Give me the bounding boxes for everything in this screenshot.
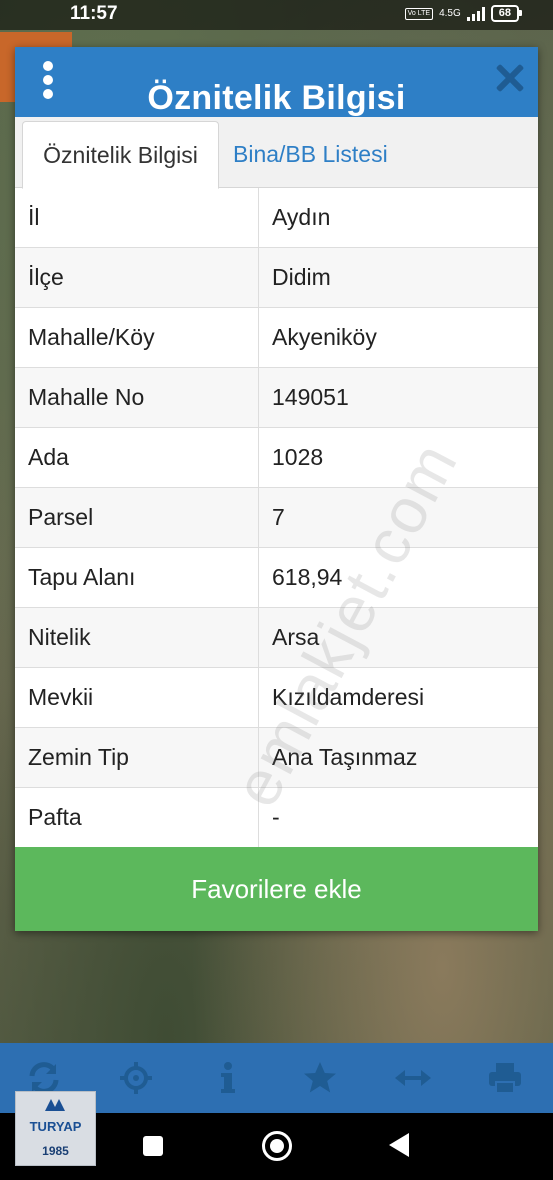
- print-icon[interactable]: [485, 1058, 525, 1098]
- table-row: Ada 1028: [15, 427, 538, 488]
- signal-icon: [466, 6, 485, 21]
- volte-icon: Vo LTE: [404, 7, 434, 20]
- row-value: Akyeniköy: [258, 307, 538, 368]
- tab-bar: Öznitelik Bilgisi Bina/BB Listesi: [15, 117, 538, 189]
- tab-building-list[interactable]: Bina/BB Listesi: [233, 121, 388, 187]
- row-key: Pafta: [15, 787, 259, 848]
- row-key: Parsel: [15, 487, 259, 548]
- crosshair-icon[interactable]: [116, 1058, 156, 1098]
- logo-name: TURYAP: [29, 1119, 82, 1134]
- row-key: Mahalle No: [15, 367, 259, 428]
- row-value: Ana Taşınmaz: [258, 727, 538, 788]
- logo-year: 1985: [42, 1144, 69, 1158]
- tab-attribute-info[interactable]: Öznitelik Bilgisi: [22, 121, 219, 189]
- network-type: 4.5G: [439, 8, 461, 19]
- row-value: Arsa: [258, 607, 538, 668]
- table-row: Zemin Tip Ana Taşınmaz: [15, 727, 538, 788]
- row-value: Kızıldamderesi: [258, 667, 538, 728]
- table-row: Pafta -: [15, 787, 538, 848]
- row-key: Zemin Tip: [15, 727, 259, 788]
- table-row: Tapu Alanı 618,94: [15, 547, 538, 608]
- row-key: Nitelik: [15, 607, 259, 668]
- row-key: İl: [15, 188, 259, 248]
- attribute-table: İl Aydın İlçe Didim Mahalle/Köy Akyeniköy M…: [15, 188, 538, 848]
- table-row: Mahalle/Köy Akyeniköy: [15, 307, 538, 368]
- add-favorite-button[interactable]: Favorilere ekle: [15, 847, 538, 931]
- row-value: Aydın: [258, 188, 538, 248]
- row-key: Ada: [15, 427, 259, 488]
- table-row: Mahalle No 149051: [15, 367, 538, 428]
- row-key: Mahalle/Köy: [15, 307, 259, 368]
- dialog-header: Öznitelik Bilgisi: [15, 47, 538, 117]
- turyap-logo: TURYAP 1985: [15, 1091, 96, 1166]
- table-row: İlçe Didim: [15, 247, 538, 308]
- recent-apps-button[interactable]: [143, 1136, 163, 1156]
- row-value: 7: [258, 487, 538, 548]
- table-row: Nitelik Arsa: [15, 607, 538, 668]
- close-icon[interactable]: [494, 63, 524, 93]
- attribute-dialog: Öznitelik Bilgisi Öznitelik Bilgisi Bina…: [15, 47, 538, 931]
- table-row: İl Aydın: [15, 188, 538, 248]
- row-value: -: [258, 787, 538, 848]
- star-icon[interactable]: [300, 1058, 340, 1098]
- battery-icon: 68: [490, 5, 523, 22]
- status-time: 11:57: [70, 3, 118, 24]
- measure-icon[interactable]: [393, 1058, 433, 1098]
- row-value: 149051: [258, 367, 538, 428]
- info-icon[interactable]: [208, 1058, 248, 1098]
- row-key: İlçe: [15, 247, 259, 308]
- status-indicators: Vo LTE 4.5G 68: [404, 5, 523, 22]
- row-value: 1028: [258, 427, 538, 488]
- row-value: Didim: [258, 247, 538, 308]
- back-button[interactable]: [389, 1133, 409, 1157]
- status-bar: 11:57 Vo LTE 4.5G 68: [0, 0, 553, 30]
- table-row: Parsel 7: [15, 487, 538, 548]
- dialog-title: Öznitelik Bilgisi: [147, 79, 406, 117]
- home-button[interactable]: [262, 1131, 292, 1161]
- row-key: Tapu Alanı: [15, 547, 259, 608]
- logo-mark-icon: [45, 1099, 65, 1111]
- table-row: Mevkii Kızıldamderesi: [15, 667, 538, 728]
- row-value: 618,94: [258, 547, 538, 608]
- row-key: Mevkii: [15, 667, 259, 728]
